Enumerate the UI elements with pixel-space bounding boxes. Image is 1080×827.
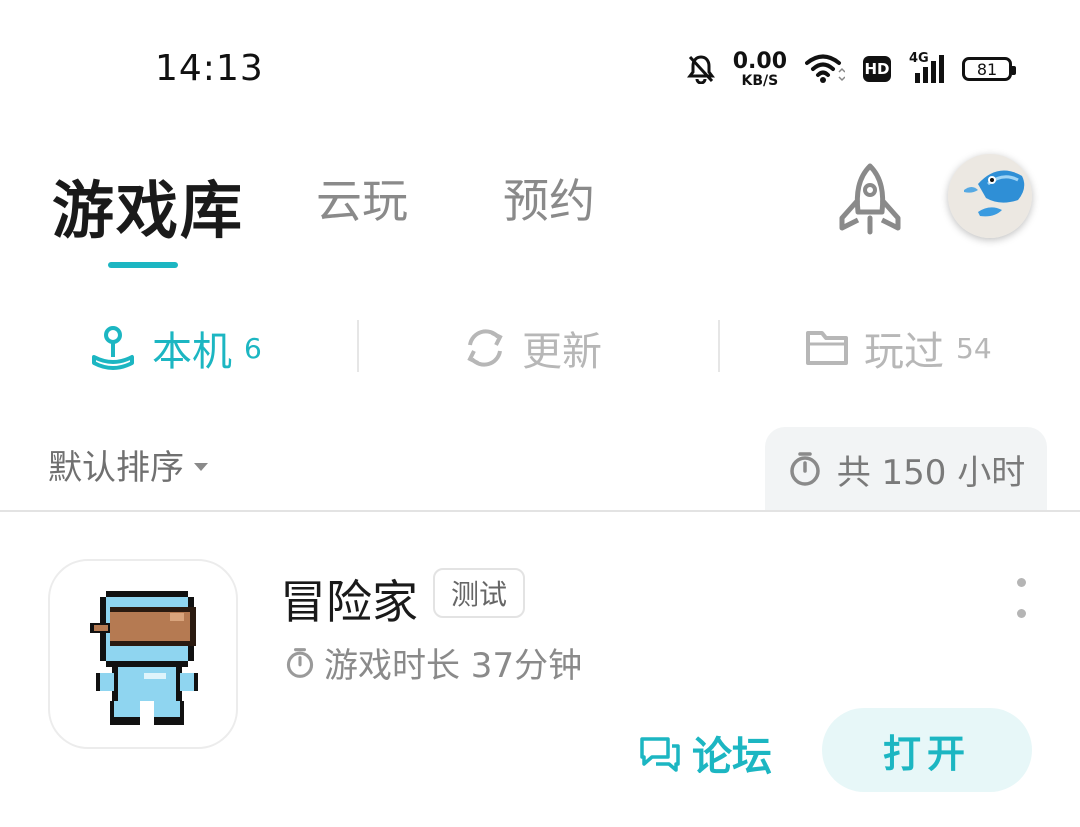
subtab-played-label: 玩过 — [864, 329, 944, 375]
network-label: 4G — [909, 51, 929, 66]
subtab-local[interactable]: 本机 6 — [88, 318, 262, 378]
total-playtime-chip: 共 150 小时 — [765, 427, 1047, 511]
net-speed-unit: KB/S — [741, 72, 779, 89]
game-playtime: 游戏时长 37分钟 — [284, 638, 582, 687]
test-tag: 测试 — [433, 568, 525, 618]
tab-game-library[interactable]: 游戏库 — [52, 160, 244, 250]
joystick-icon — [92, 326, 134, 370]
astronaut-game-icon — [90, 591, 198, 725]
forum-button[interactable]: 论坛 — [638, 725, 772, 781]
subtab-local-label: 本机 — [152, 329, 232, 375]
rocket-icon — [839, 163, 901, 235]
more-options-button[interactable] — [1010, 578, 1032, 618]
total-playtime-label: 共 150 小时 — [836, 452, 1026, 493]
folder-icon — [806, 331, 848, 365]
divider — [0, 510, 1080, 512]
battery-level: 81 — [976, 59, 998, 79]
dot — [1016, 578, 1026, 587]
hd-badge: HD — [863, 56, 891, 82]
subtab-update-label: 更新 — [522, 329, 602, 375]
stopwatch-icon — [789, 452, 820, 486]
game-icon[interactable] — [48, 559, 238, 749]
avatar[interactable] — [948, 154, 1032, 238]
signal-icon: 4G — [909, 51, 944, 83]
tab-reservation[interactable]: 预约 — [503, 165, 595, 231]
game-playtime-label: 游戏时长 37分钟 — [324, 646, 583, 686]
divider — [357, 320, 359, 372]
forum-label: 论坛 — [692, 734, 772, 780]
net-speed: 0.00 KB/S — [732, 48, 787, 89]
rocket-button[interactable] — [832, 160, 908, 240]
battery-icon: 81 — [962, 57, 1016, 81]
open-button[interactable]: 打开 — [822, 708, 1032, 792]
caret-down-icon — [194, 462, 208, 471]
subtab-local-count: 6 — [244, 331, 262, 365]
fish-avatar-icon — [948, 154, 1032, 238]
net-speed-value: 0.00 — [732, 48, 787, 74]
sort-label: 默认排序 — [48, 448, 184, 488]
refresh-icon — [467, 329, 503, 367]
subtab-played-count: 54 — [956, 331, 992, 365]
active-tab-indicator — [108, 262, 178, 268]
dot — [1016, 609, 1026, 618]
subtab-played[interactable]: 玩过 54 — [804, 318, 992, 378]
sort-dropdown[interactable]: 默认排序 — [48, 440, 208, 489]
status-time: 14:13 — [155, 48, 264, 89]
tab-cloud-play[interactable]: 云玩 — [316, 165, 408, 231]
stopwatch-icon — [286, 647, 314, 678]
divider — [718, 320, 720, 372]
chat-bubble-icon — [640, 737, 680, 772]
status-icons: 0.00 KB/S HD 4G 81 — [686, 48, 1016, 90]
bell-muted-icon — [686, 55, 715, 84]
game-name[interactable]: 冒险家 — [280, 566, 418, 632]
subtab-update[interactable]: 更新 — [462, 318, 602, 378]
wifi-icon — [805, 54, 845, 83]
